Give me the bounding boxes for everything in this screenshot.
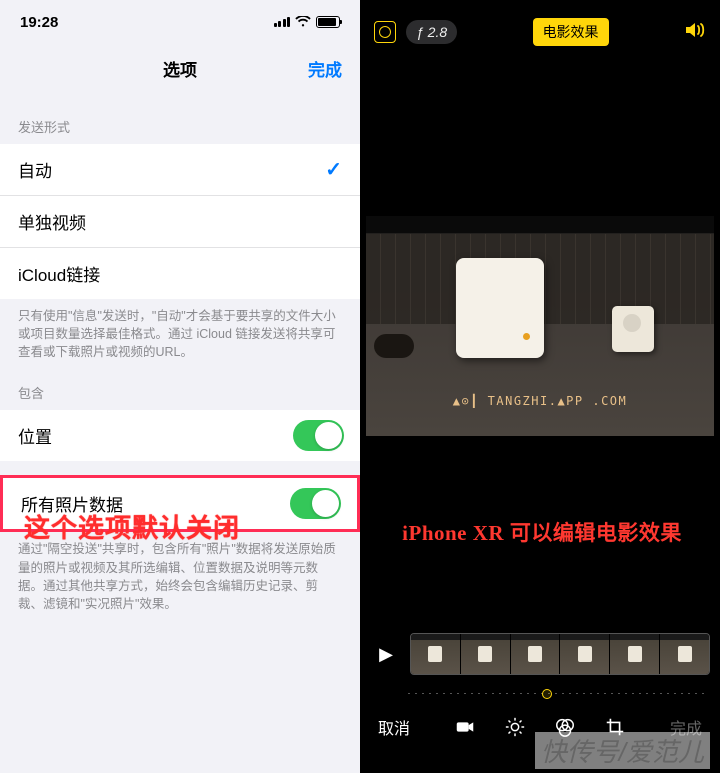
option-label: iCloud链接 — [18, 261, 100, 286]
option-label: 单独视频 — [18, 209, 86, 234]
watermark: 快传号/爱范儿 — [535, 732, 710, 769]
live-photo-icon[interactable] — [374, 21, 396, 43]
scrubber-handle-icon[interactable] — [542, 689, 552, 699]
send-footer-text: 只有使用"信息"发送时，"自动"才会基于要共享的文件大小或项目数量选择最佳格式。… — [0, 299, 360, 361]
location-toggle[interactable] — [293, 420, 344, 451]
status-bar: 19:28 — [0, 0, 360, 40]
annotation-text-left: 这个选项默认关闭 — [24, 508, 240, 545]
status-indicators — [274, 16, 341, 28]
timeline: ▶ — [370, 633, 710, 675]
option-label: 自动 — [18, 157, 52, 182]
video-tab-icon[interactable] — [454, 716, 476, 738]
send-option-auto[interactable]: 自动 ✓ — [0, 144, 360, 196]
timeline-thumb — [660, 634, 709, 674]
location-label: 位置 — [18, 423, 52, 448]
video-preview[interactable]: ▲⊙┃ TANGZHI.▲PP .COM — [366, 216, 714, 436]
timeline-thumb — [411, 634, 460, 674]
deskmat-text: ▲⊙┃ TANGZHI.▲PP .COM — [366, 394, 714, 408]
video-editor-screen: ƒ 2.8 电影效果 ▲⊙┃ TANGZHI.▲PP .COM iPhone X… — [360, 0, 720, 773]
status-time: 19:28 — [20, 14, 58, 31]
timeline-thumb — [560, 634, 609, 674]
section-label-send: 发送形式 — [0, 95, 360, 144]
battery-icon — [316, 16, 340, 28]
done-button[interactable]: 完成 — [308, 56, 342, 81]
modal-title: 选项 — [163, 56, 197, 81]
annotation-text-right: iPhone XR 可以编辑电影效果 — [374, 517, 710, 547]
play-button[interactable]: ▶ — [370, 638, 402, 670]
checkmark-icon: ✓ — [325, 157, 342, 182]
send-format-list: 自动 ✓ 单独视频 iCloud链接 — [0, 144, 360, 299]
cancel-button[interactable]: 取消 — [378, 715, 410, 739]
timeline-thumbnails[interactable] — [410, 633, 710, 675]
cinematic-mode-badge[interactable]: 电影效果 — [533, 18, 609, 46]
location-toggle-row: 位置 — [0, 410, 360, 461]
focus-scrubber[interactable] — [408, 687, 706, 699]
cellular-signal-icon — [274, 17, 291, 27]
modal-header: 选项 完成 — [0, 42, 360, 95]
mouse-in-video — [374, 334, 414, 358]
section-label-include: 包含 — [0, 361, 360, 410]
adjust-tab-icon[interactable] — [504, 716, 526, 738]
top-controls: ƒ 2.8 电影效果 — [360, 0, 720, 58]
ios-share-options-screen: 19:28 选项 完成 发送形式 自动 ✓ 单独视频 iCloud链接 只有 — [0, 0, 360, 773]
aperture-badge[interactable]: ƒ 2.8 — [406, 20, 457, 44]
large-charger-in-video — [456, 258, 544, 358]
send-option-icloud-link[interactable]: iCloud链接 — [0, 248, 360, 299]
timeline-thumb — [461, 634, 510, 674]
all-photo-data-toggle[interactable] — [290, 488, 341, 519]
small-charger-in-video — [612, 306, 654, 352]
speaker-icon[interactable] — [684, 21, 706, 44]
wifi-icon — [295, 16, 311, 28]
timeline-thumb — [511, 634, 560, 674]
send-option-individual-video[interactable]: 单独视频 — [0, 196, 360, 248]
timeline-thumb — [610, 634, 659, 674]
